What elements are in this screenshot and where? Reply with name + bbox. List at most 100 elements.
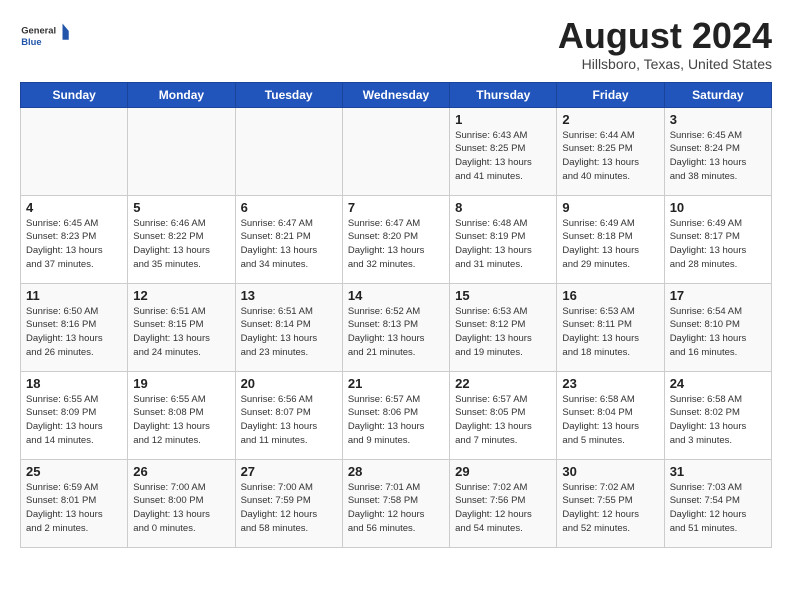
svg-text:General: General <box>21 26 56 36</box>
day-info: Sunrise: 7:02 AMSunset: 7:55 PMDaylight:… <box>562 481 658 536</box>
header-sunday: Sunday <box>21 82 128 107</box>
calendar-cell: 7Sunrise: 6:47 AMSunset: 8:20 PMDaylight… <box>342 195 449 283</box>
day-number: 20 <box>241 376 337 391</box>
title-block: August 2024 Hillsboro, Texas, United Sta… <box>558 16 772 72</box>
calendar-cell: 18 Sunrise: 6:55 AMSunset: 8:09 PMDayligh… <box>21 371 128 459</box>
calendar-cell: 9 Sunrise: 6:49 AMSunset: 8:18 PMDaylight… <box>557 195 664 283</box>
day-info: Sunrise: 6:55 AMSunset: 8:08 PMDaylight:… <box>133 393 229 448</box>
day-info: Sunrise: 6:50 AMSunset: 8:16 PMDaylight:… <box>26 305 122 360</box>
day-number: 29 <box>455 464 551 479</box>
day-number: 14 <box>348 288 444 303</box>
calendar-cell: 22 Sunrise: 6:57 AMSunset: 8:05 PMDayligh… <box>450 371 557 459</box>
day-info: Sunrise: 6:54 AMSunset: 8:10 PMDaylight:… <box>670 305 766 360</box>
day-info: Sunrise: 6:45 AMSunset: 8:23 PMDaylight:… <box>26 217 122 272</box>
calendar-cell: 11 Sunrise: 6:50 AMSunset: 8:16 PMDayligh… <box>21 283 128 371</box>
calendar-cell: 31 Sunrise: 7:03 AMSunset: 7:54 PMDayligh… <box>664 459 771 547</box>
day-info: Sunrise: 6:46 AMSunset: 8:22 PMDaylight:… <box>133 217 229 272</box>
day-info: Sunrise: 7:00 AMSunset: 8:00 PMDaylight:… <box>133 481 229 536</box>
day-number: 30 <box>562 464 658 479</box>
day-number: 19 <box>133 376 229 391</box>
calendar-cell: 5 Sunrise: 6:46 AMSunset: 8:22 PMDaylight… <box>128 195 235 283</box>
day-info: Sunrise: 6:49 AMSunset: 8:18 PMDaylight:… <box>562 217 658 272</box>
calendar-cell: 23 Sunrise: 6:58 AMSunset: 8:04 PMDayligh… <box>557 371 664 459</box>
day-number: 23 <box>562 376 658 391</box>
logo: General Blue <box>20 16 70 56</box>
calendar-cell <box>235 107 342 195</box>
calendar-cell: 27Sunrise: 7:00 AMSunset: 7:59 PMDayligh… <box>235 459 342 547</box>
calendar-cell: 8 Sunrise: 6:48 AMSunset: 8:19 PMDaylight… <box>450 195 557 283</box>
calendar-cell: 14 Sunrise: 6:52 AMSunset: 8:13 PMDayligh… <box>342 283 449 371</box>
header-wednesday: Wednesday <box>342 82 449 107</box>
day-number: 1 <box>455 112 551 127</box>
day-number: 10 <box>670 200 766 215</box>
page-header: General Blue August 2024 Hillsboro, Texa… <box>20 16 772 72</box>
calendar-cell: 30 Sunrise: 7:02 AMSunset: 7:55 PMDayligh… <box>557 459 664 547</box>
day-number: 31 <box>670 464 766 479</box>
day-number: 28 <box>348 464 444 479</box>
calendar-cell <box>21 107 128 195</box>
calendar-cell: 29 Sunrise: 7:02 AMSunset: 7:56 PMDayligh… <box>450 459 557 547</box>
header-saturday: Saturday <box>664 82 771 107</box>
day-info: Sunrise: 6:57 AMSunset: 8:05 PMDaylight:… <box>455 393 551 448</box>
header-thursday: Thursday <box>450 82 557 107</box>
calendar-cell: 20 Sunrise: 6:56 AMSunset: 8:07 PMDayligh… <box>235 371 342 459</box>
day-number: 22 <box>455 376 551 391</box>
day-number: 16 <box>562 288 658 303</box>
week-row-2: 4 Sunrise: 6:45 AMSunset: 8:23 PMDaylight… <box>21 195 772 283</box>
calendar-cell: 19 Sunrise: 6:55 AMSunset: 8:08 PMDayligh… <box>128 371 235 459</box>
calendar-cell: 25Sunrise: 6:59 AMSunset: 8:01 PMDayligh… <box>21 459 128 547</box>
day-info: Sunrise: 6:55 AMSunset: 8:09 PMDaylight:… <box>26 393 122 448</box>
day-info: Sunrise: 6:58 AMSunset: 8:04 PMDaylight:… <box>562 393 658 448</box>
day-info: Sunrise: 6:53 AMSunset: 8:11 PMDaylight:… <box>562 305 658 360</box>
calendar-cell: 16 Sunrise: 6:53 AMSunset: 8:11 PMDayligh… <box>557 283 664 371</box>
day-number: 26 <box>133 464 229 479</box>
calendar-table: SundayMondayTuesdayWednesdayThursdayFrid… <box>20 82 772 548</box>
calendar-cell: 21Sunrise: 6:57 AMSunset: 8:06 PMDayligh… <box>342 371 449 459</box>
day-number: 15 <box>455 288 551 303</box>
calendar-cell: 10 Sunrise: 6:49 AMSunset: 8:17 PMDayligh… <box>664 195 771 283</box>
location-subtitle: Hillsboro, Texas, United States <box>558 56 772 72</box>
day-number: 11 <box>26 288 122 303</box>
day-number: 24 <box>670 376 766 391</box>
day-info: Sunrise: 6:44 AMSunset: 8:25 PMDaylight:… <box>562 129 658 184</box>
day-number: 13 <box>241 288 337 303</box>
day-number: 8 <box>455 200 551 215</box>
header-friday: Friday <box>557 82 664 107</box>
svg-text:Blue: Blue <box>21 37 41 47</box>
day-number: 12 <box>133 288 229 303</box>
day-info: Sunrise: 6:48 AMSunset: 8:19 PMDaylight:… <box>455 217 551 272</box>
calendar-cell: 12Sunrise: 6:51 AMSunset: 8:15 PMDayligh… <box>128 283 235 371</box>
day-number: 5 <box>133 200 229 215</box>
day-info: Sunrise: 7:03 AMSunset: 7:54 PMDaylight:… <box>670 481 766 536</box>
calendar-cell: 24Sunrise: 6:58 AMSunset: 8:02 PMDayligh… <box>664 371 771 459</box>
day-number: 9 <box>562 200 658 215</box>
day-number: 18 <box>26 376 122 391</box>
day-info: Sunrise: 6:53 AMSunset: 8:12 PMDaylight:… <box>455 305 551 360</box>
month-year-title: August 2024 <box>558 16 772 56</box>
day-number: 7 <box>348 200 444 215</box>
header-tuesday: Tuesday <box>235 82 342 107</box>
calendar-cell: 2 Sunrise: 6:44 AMSunset: 8:25 PMDaylight… <box>557 107 664 195</box>
calendar-cell: 15 Sunrise: 6:53 AMSunset: 8:12 PMDayligh… <box>450 283 557 371</box>
day-info: Sunrise: 6:51 AMSunset: 8:14 PMDaylight:… <box>241 305 337 360</box>
calendar-header-row: SundayMondayTuesdayWednesdayThursdayFrid… <box>21 82 772 107</box>
day-number: 2 <box>562 112 658 127</box>
day-number: 4 <box>26 200 122 215</box>
day-info: Sunrise: 6:52 AMSunset: 8:13 PMDaylight:… <box>348 305 444 360</box>
day-number: 21 <box>348 376 444 391</box>
week-row-5: 25Sunrise: 6:59 AMSunset: 8:01 PMDayligh… <box>21 459 772 547</box>
calendar-cell: 1Sunrise: 6:43 AMSunset: 8:25 PMDaylight… <box>450 107 557 195</box>
day-info: Sunrise: 7:02 AMSunset: 7:56 PMDaylight:… <box>455 481 551 536</box>
day-number: 17 <box>670 288 766 303</box>
header-monday: Monday <box>128 82 235 107</box>
calendar-cell: 17 Sunrise: 6:54 AMSunset: 8:10 PMDayligh… <box>664 283 771 371</box>
calendar-cell: 6Sunrise: 6:47 AMSunset: 8:21 PMDaylight… <box>235 195 342 283</box>
calendar-cell: 28 Sunrise: 7:01 AMSunset: 7:58 PMDayligh… <box>342 459 449 547</box>
day-info: Sunrise: 6:56 AMSunset: 8:07 PMDaylight:… <box>241 393 337 448</box>
day-info: Sunrise: 6:45 AMSunset: 8:24 PMDaylight:… <box>670 129 766 184</box>
day-info: Sunrise: 7:00 AMSunset: 7:59 PMDaylight:… <box>241 481 337 536</box>
day-info: Sunrise: 7:01 AMSunset: 7:58 PMDaylight:… <box>348 481 444 536</box>
calendar-cell: 26 Sunrise: 7:00 AMSunset: 8:00 PMDayligh… <box>128 459 235 547</box>
day-info: Sunrise: 6:49 AMSunset: 8:17 PMDaylight:… <box>670 217 766 272</box>
calendar-cell: 3Sunrise: 6:45 AMSunset: 8:24 PMDaylight… <box>664 107 771 195</box>
